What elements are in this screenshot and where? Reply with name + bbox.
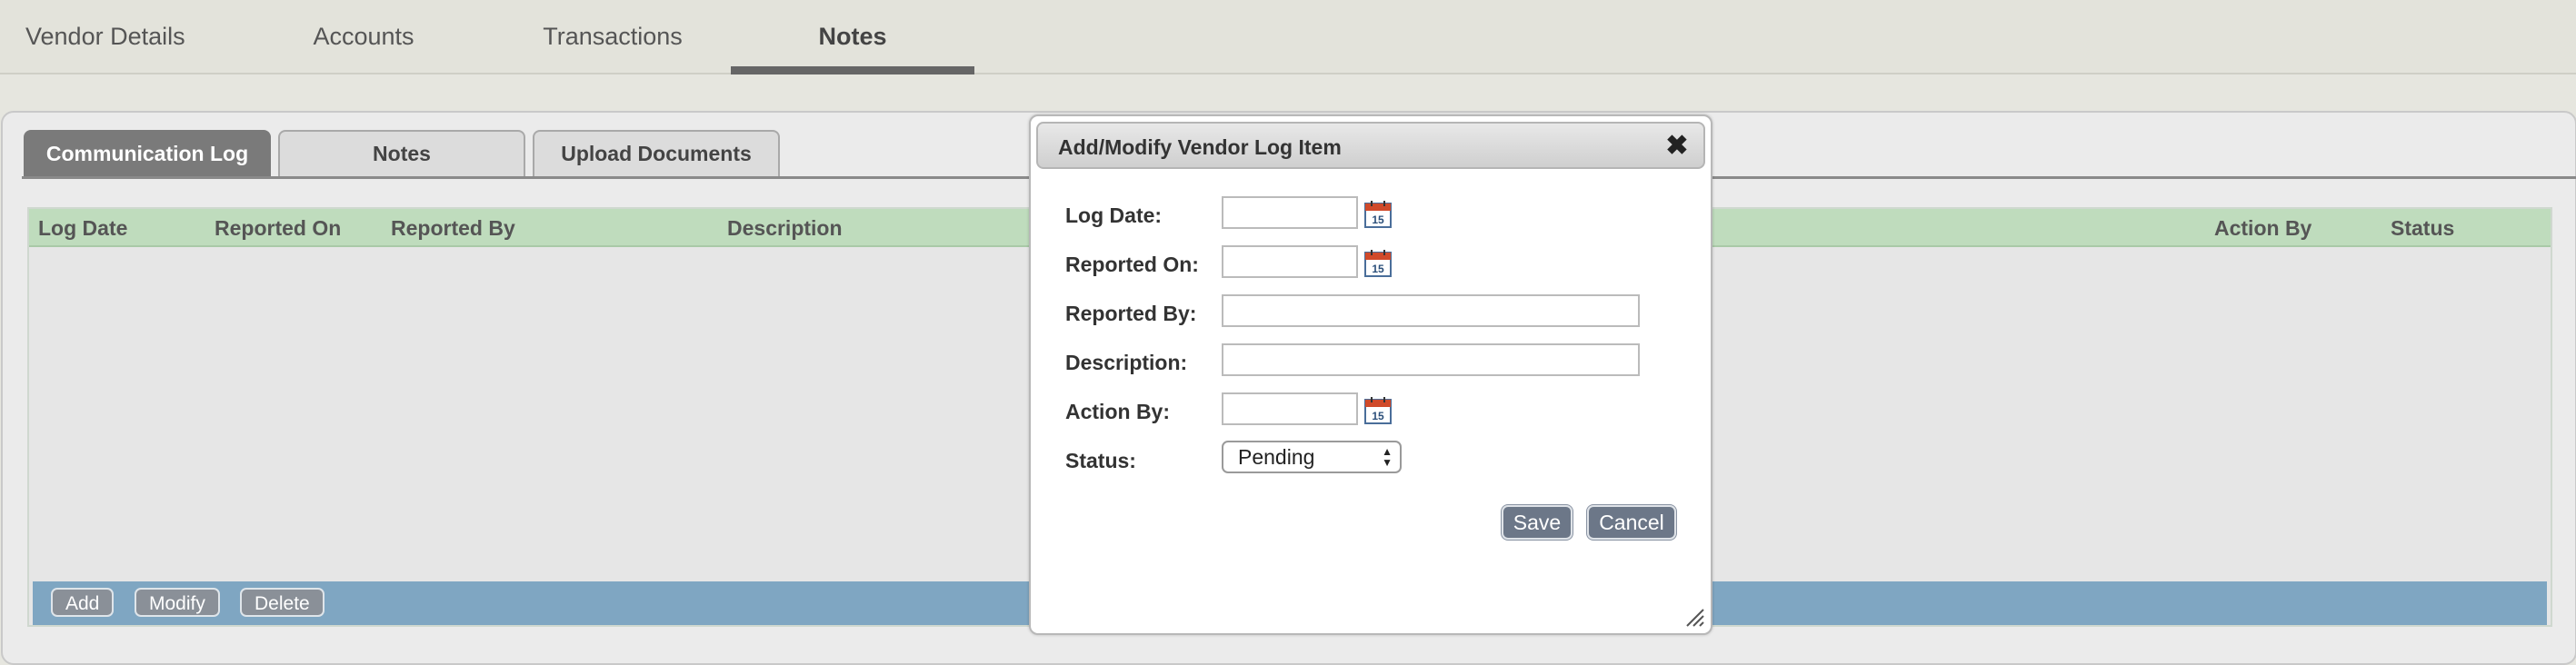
calendar-icon-day: 15 — [1372, 410, 1384, 422]
reported-on-calendar-icon[interactable]: 15 — [1363, 249, 1393, 278]
subtab-upload-documents-label: Upload Documents — [561, 142, 752, 165]
calendar-icon-day: 15 — [1372, 263, 1384, 275]
tab-accounts-label: Accounts — [313, 22, 414, 50]
status-select[interactable]: Pending ▲ ▼ — [1222, 441, 1402, 473]
reported-on-input[interactable] — [1222, 245, 1358, 278]
modify-button[interactable]: Modify — [135, 588, 220, 617]
tab-transactions[interactable]: Transactions — [531, 0, 694, 73]
delete-button[interactable]: Delete — [240, 588, 324, 617]
tab-accounts[interactable]: Accounts — [300, 0, 427, 73]
subtab-upload-documents[interactable]: Upload Documents — [533, 130, 780, 176]
calendar-icon-day: 15 — [1372, 213, 1384, 226]
action-by-label: Action By: — [1065, 400, 1170, 423]
top-tab-bar: Vendor Details Accounts Transactions Not… — [0, 0, 2576, 74]
log-date-label: Log Date: — [1065, 203, 1163, 227]
tab-vendor-details-label: Vendor Details — [25, 22, 185, 50]
tab-notes[interactable]: Notes — [731, 0, 974, 74]
column-header-status[interactable]: Status — [2391, 209, 2454, 245]
subtab-notes[interactable]: Notes — [278, 130, 525, 176]
subtab-communication-log[interactable]: Communication Log — [24, 130, 271, 176]
reported-by-input[interactable] — [1222, 294, 1640, 327]
action-by-calendar-icon[interactable]: 15 — [1363, 396, 1393, 425]
subtab-communication-log-label: Communication Log — [45, 142, 249, 165]
reported-on-label: Reported On: — [1065, 253, 1199, 276]
tab-notes-label: Notes — [818, 22, 887, 50]
status-label: Status: — [1065, 449, 1136, 472]
dialog-titlebar[interactable]: Add/Modify Vendor Log Item ✖ — [1036, 122, 1705, 169]
tab-transactions-label: Transactions — [543, 22, 683, 50]
close-icon[interactable]: ✖ — [1663, 133, 1691, 160]
subtab-notes-label: Notes — [373, 142, 431, 165]
dialog-title: Add/Modify Vendor Log Item — [1058, 135, 1342, 159]
save-button[interactable]: Save — [1502, 505, 1573, 540]
description-label: Description: — [1065, 351, 1188, 374]
cancel-button[interactable]: Cancel — [1587, 505, 1676, 540]
add-button[interactable]: Add — [51, 588, 115, 617]
log-date-input[interactable] — [1222, 196, 1358, 229]
log-date-calendar-icon[interactable]: 15 — [1363, 200, 1393, 229]
action-by-input[interactable] — [1222, 392, 1358, 425]
column-header-reported-on[interactable]: Reported On — [215, 209, 341, 245]
column-header-action-by[interactable]: Action By — [2214, 209, 2311, 245]
resize-grip-icon[interactable] — [1683, 606, 1705, 628]
select-arrows-icon: ▲ ▼ — [1382, 445, 1393, 469]
status-select-value: Pending — [1238, 445, 1315, 469]
column-header-reported-by[interactable]: Reported By — [391, 209, 515, 245]
description-input[interactable] — [1222, 343, 1640, 376]
column-header-description[interactable]: Description — [727, 209, 843, 245]
column-header-log-date[interactable]: Log Date — [38, 209, 127, 245]
add-modify-vendor-log-dialog: Add/Modify Vendor Log Item ✖ Log Date: 1… — [1029, 114, 1712, 635]
tab-vendor-details[interactable]: Vendor Details — [25, 0, 244, 73]
reported-by-label: Reported By: — [1065, 302, 1197, 325]
